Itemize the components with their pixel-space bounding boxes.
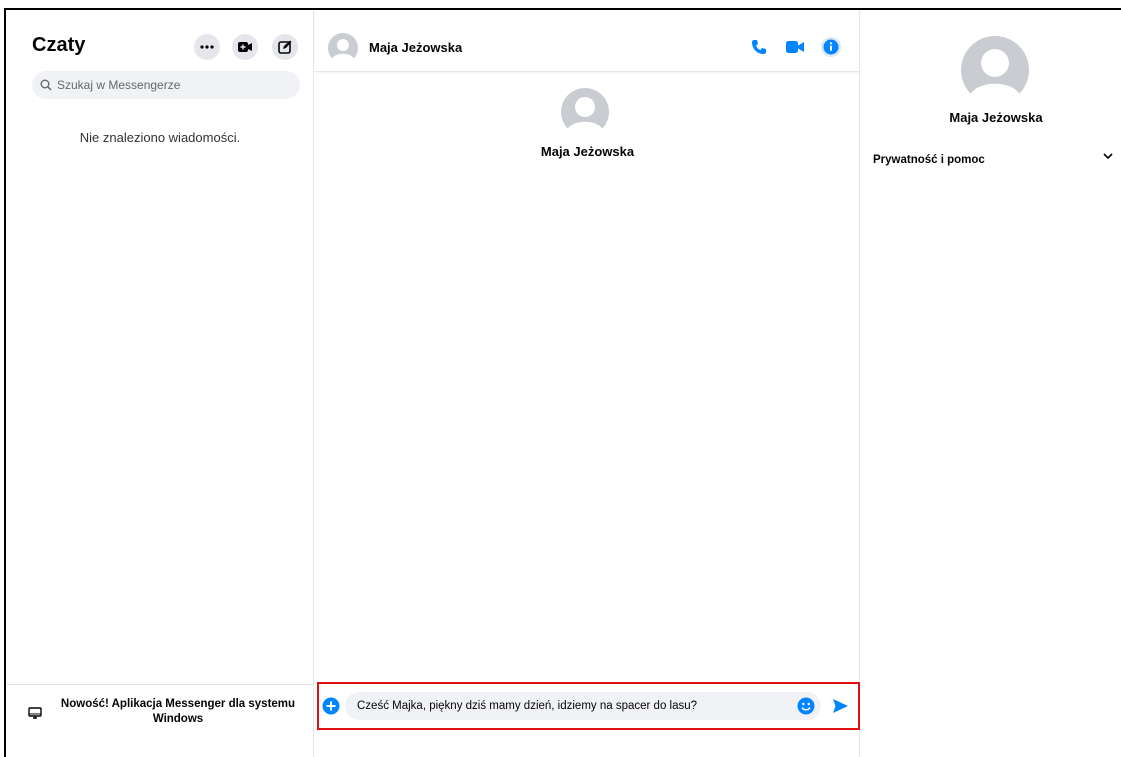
video-call-icon[interactable] [786, 41, 804, 53]
info-contact-name: Maja Jeżowska [949, 110, 1043, 125]
search-field[interactable]: Szukaj w Messengerze [32, 71, 300, 99]
conversation-info-panel: Maja Jeżowska Prywatność i pomoc [861, 10, 1121, 757]
message-input[interactable] [345, 692, 821, 720]
conversation-pane: Maja Jeżowska Maja Jeżowska [315, 10, 860, 757]
phone-icon[interactable] [751, 39, 767, 55]
page-title: Czaty [32, 34, 86, 56]
more-options-button[interactable] [194, 34, 220, 60]
promo-text: Nowość! Aplikacja Messenger dla systemu … [60, 698, 296, 725]
chat-list-sidebar: Czaty Szukaj w Messengerze Nie znalezion… [6, 10, 314, 757]
plus-icon[interactable] [322, 697, 340, 715]
contact-name[interactable]: Maja Jeżowska [369, 40, 462, 55]
empty-state-message: Nie znaleziono wiadomości. [79, 130, 241, 145]
desktop-icon [28, 707, 42, 719]
windows-app-promo[interactable]: Nowość! Aplikacja Messenger dla systemu … [6, 684, 314, 757]
conversation-header: Maja Jeżowska [315, 10, 860, 72]
message-composer [317, 682, 860, 730]
compose-icon [278, 40, 292, 54]
contact-avatar [561, 88, 609, 136]
privacy-help-section[interactable]: Prywatność i pomoc [873, 150, 1113, 170]
section-label: Prywatność i pomoc [873, 154, 985, 166]
more-icon [200, 45, 214, 49]
search-placeholder: Szukaj w Messengerze [57, 78, 181, 92]
new-room-button[interactable] [232, 34, 258, 60]
avatar[interactable] [328, 33, 358, 63]
chevron-down-icon [1103, 153, 1113, 160]
send-icon[interactable] [831, 697, 849, 715]
new-message-button[interactable] [272, 34, 298, 60]
conversation-profile-name: Maja Jeżowska [540, 144, 635, 159]
info-icon[interactable] [821, 37, 841, 57]
video-plus-icon [238, 42, 252, 52]
emoji-icon[interactable] [797, 697, 815, 715]
avatar [961, 36, 1029, 104]
search-icon [40, 79, 52, 91]
